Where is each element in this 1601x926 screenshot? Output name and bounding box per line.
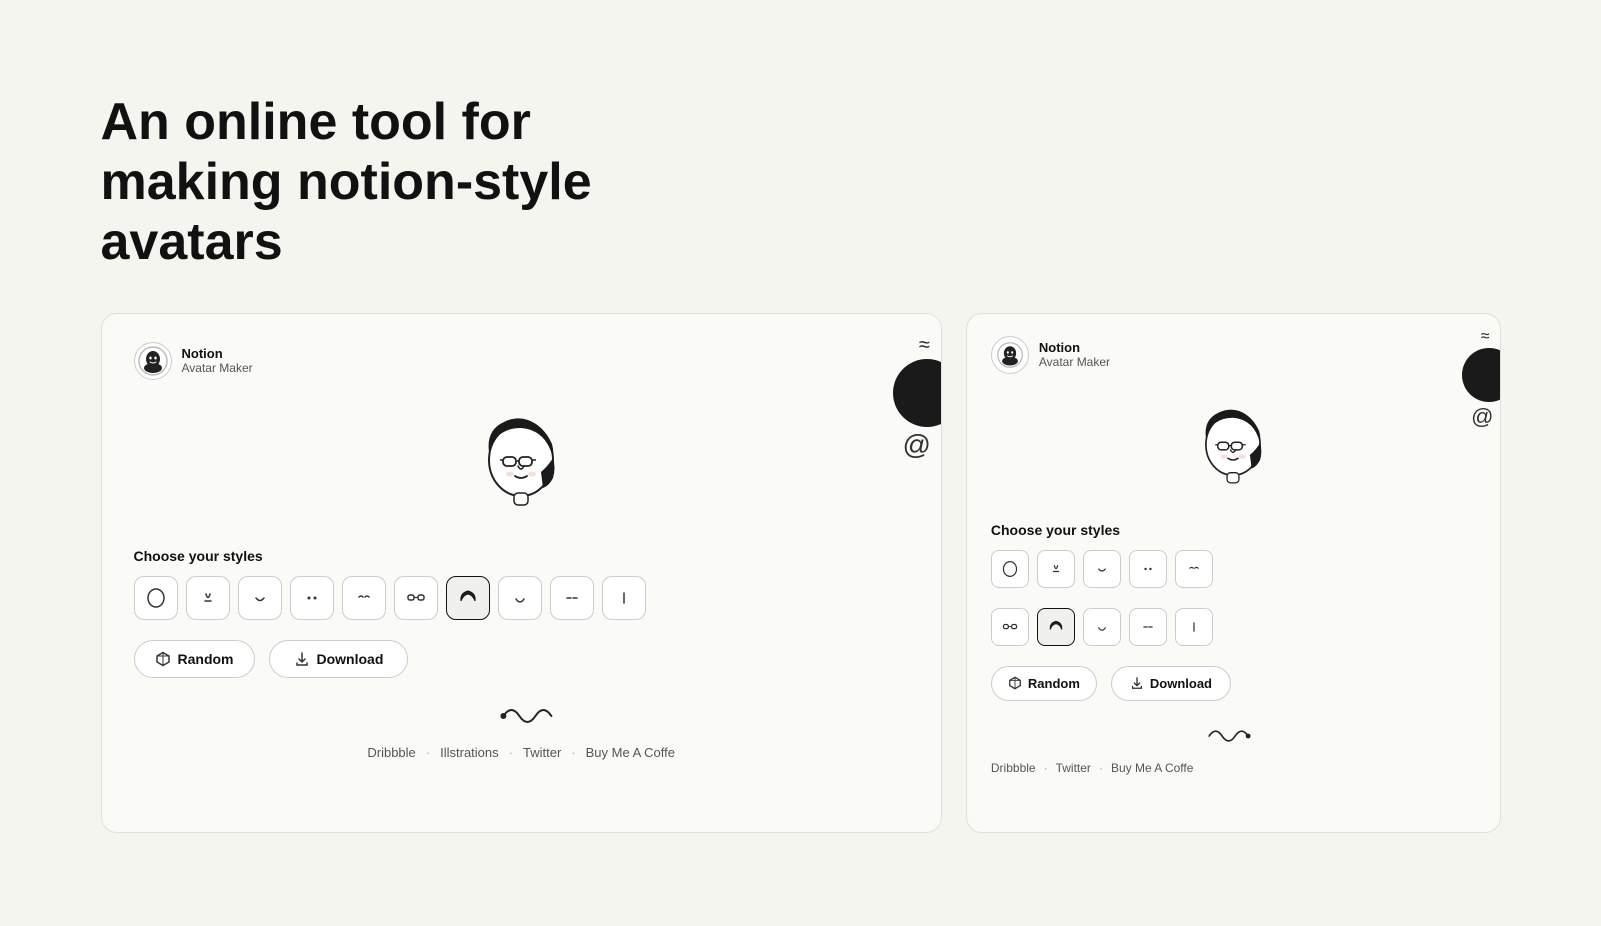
logo-text-small: Notion Avatar Maker [1039,340,1110,370]
random-label-small: Random [1028,676,1080,691]
logo-text-large: Notion Avatar Maker [182,346,253,376]
style-btn-beard[interactable] [498,576,542,620]
action-row-large: Random Download [134,640,909,678]
deco-spiral-small: @ [1471,404,1493,430]
headline-line2: making notion-style avatars [101,153,592,271]
style-grid-large [134,576,909,620]
style-btn-sm-detail1[interactable] [1129,608,1167,646]
page-wrapper: An online tool for making notion-style a… [101,93,1501,832]
avatar-svg-small [1178,394,1288,504]
style-btn-sm-detail2[interactable] [1175,608,1213,646]
style-grid-small-row2 [991,608,1476,646]
style-btn-detail1[interactable] [550,576,594,620]
style-btn-detail2[interactable] [602,576,646,620]
footer-illustrations-large[interactable]: Illstrations [440,745,499,760]
avatar-display-small [991,394,1476,504]
footer-links-large: Dribbble · Illstrations · Twitter · Buy … [134,745,909,760]
style-btn-hair[interactable] [446,576,490,620]
logo-title-small: Notion [1039,340,1110,356]
style-btn-sm-hair[interactable] [1037,608,1075,646]
footer-twitter-small[interactable]: Twitter [1056,761,1091,775]
cube-icon-small [1008,676,1022,690]
logo-subtitle-small: Avatar Maker [1039,355,1110,369]
style-btn-sm-nose[interactable] [1037,550,1075,588]
footer-sep3-large: · [571,745,575,760]
style-btn-brows[interactable] [342,576,386,620]
style-btn-face[interactable] [134,576,178,620]
squiggle-deco-large [134,696,909,731]
footer-buymeacoffee-large[interactable]: Buy Me A Coffe [586,745,675,760]
footer-buymeacoffee-small[interactable]: Buy Me A Coffe [1111,761,1194,775]
logo-icon-large [134,342,172,380]
footer-twitter-large[interactable]: Twitter [523,745,561,760]
deco-corner-large: ≈ @ [893,334,941,461]
logo-area-large: Notion Avatar Maker [134,342,909,380]
style-btn-sm-brows[interactable] [1175,550,1213,588]
avatar-svg-large [456,400,586,530]
card-small: Notion Avatar Maker ≈ @ [966,313,1501,833]
style-btn-eyes[interactable] [290,576,334,620]
download-button-small[interactable]: Download [1111,666,1231,701]
style-btn-sm-face[interactable] [991,550,1029,588]
random-button-small[interactable]: Random [991,666,1097,701]
download-label-small: Download [1150,676,1212,691]
logo-subtitle-large: Avatar Maker [182,361,253,375]
footer-dribbble-large[interactable]: Dribbble [367,745,415,760]
logo-title-large: Notion [182,346,253,362]
style-btn-sm-eyes[interactable] [1129,550,1167,588]
headline-line1: An online tool for [101,93,531,151]
avatar-display-large [134,400,909,530]
section-label-large: Choose your styles [134,548,909,564]
style-btn-sm-mouth[interactable] [1083,550,1121,588]
deco-circle-small [1462,348,1501,402]
random-button-large[interactable]: Random [134,640,255,678]
logo-area-small: Notion Avatar Maker [991,336,1476,374]
download-label-large: Download [317,651,384,667]
cube-icon-large [155,651,171,667]
section-label-small: Choose your styles [991,522,1476,538]
footer-sep2-large: · [509,745,513,760]
cards-row: Notion Avatar Maker ≈ @ [101,313,1501,833]
style-btn-mouth[interactable] [238,576,282,620]
card-large: Notion Avatar Maker ≈ @ [101,313,942,833]
download-icon-small [1130,676,1144,690]
footer-sep1-small: · [1044,761,1048,775]
footer-dribbble-small[interactable]: Dribbble [991,761,1036,775]
download-icon-large [294,651,310,667]
footer-links-small: Dribbble · Twitter · Buy Me A Coffe [991,761,1476,775]
style-btn-sm-beard[interactable] [1083,608,1121,646]
footer-sep2-small: · [1099,761,1103,775]
action-row-small: Random Download [991,666,1476,701]
deco-lines-small: ≈ [1481,328,1490,346]
style-btn-sm-glasses[interactable] [991,608,1029,646]
style-grid-small-row1 [991,550,1476,588]
deco-circle-large [893,359,942,427]
deco-spiral-large: @ [902,429,930,461]
logo-icon-small [991,336,1029,374]
footer-sep1-large: · [426,745,430,760]
deco-lines-large: ≈ [919,334,929,357]
style-btn-nose[interactable] [186,576,230,620]
deco-corner-small: ≈ @ [1462,328,1500,430]
headline: An online tool for making notion-style a… [101,93,781,272]
squiggle-deco-small [991,719,1476,749]
random-label-large: Random [178,651,234,667]
style-btn-glasses[interactable] [394,576,438,620]
download-button-large[interactable]: Download [269,640,409,678]
